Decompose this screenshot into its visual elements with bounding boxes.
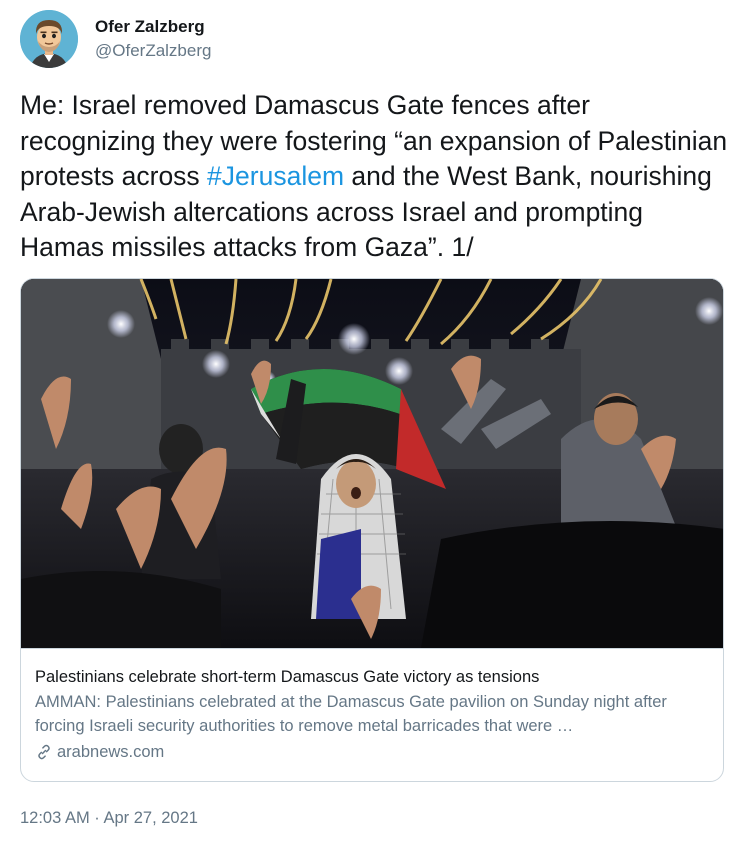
card-title: Palestinians celebrate short-term Damasc… <box>35 668 540 686</box>
avatar[interactable] <box>20 10 78 68</box>
author-names: Ofer Zalzberg @OferZalzberg <box>95 16 211 62</box>
tweet-header: Ofer Zalzberg @OferZalzberg <box>20 10 211 68</box>
card-description: AMMAN: Palestinians celebrated at the Da… <box>35 693 667 735</box>
card-body: Palestinians celebrate short-term Damasc… <box>21 648 723 764</box>
cartoon-avatar-icon <box>20 10 78 68</box>
author-display-name[interactable]: Ofer Zalzberg <box>95 16 211 38</box>
hashtag-link[interactable]: #Jerusalem <box>207 161 344 191</box>
tweet: Ofer Zalzberg @OferZalzberg Me: Israel r… <box>0 0 747 843</box>
link-card[interactable]: Palestinians celebrate short-term Damasc… <box>20 278 724 782</box>
card-domain-text: arabnews.com <box>57 743 165 761</box>
card-domain: arabnews.com <box>35 740 709 764</box>
card-image[interactable] <box>21 279 723 648</box>
tweet-text: Me: Israel removed Damascus Gate fences … <box>20 88 730 266</box>
author-handle[interactable]: @OferZalzberg <box>95 40 211 62</box>
protest-photo <box>21 279 723 648</box>
link-icon <box>38 744 50 760</box>
tweet-timestamp[interactable]: 12:03 AM · Apr 27, 2021 <box>20 806 198 830</box>
